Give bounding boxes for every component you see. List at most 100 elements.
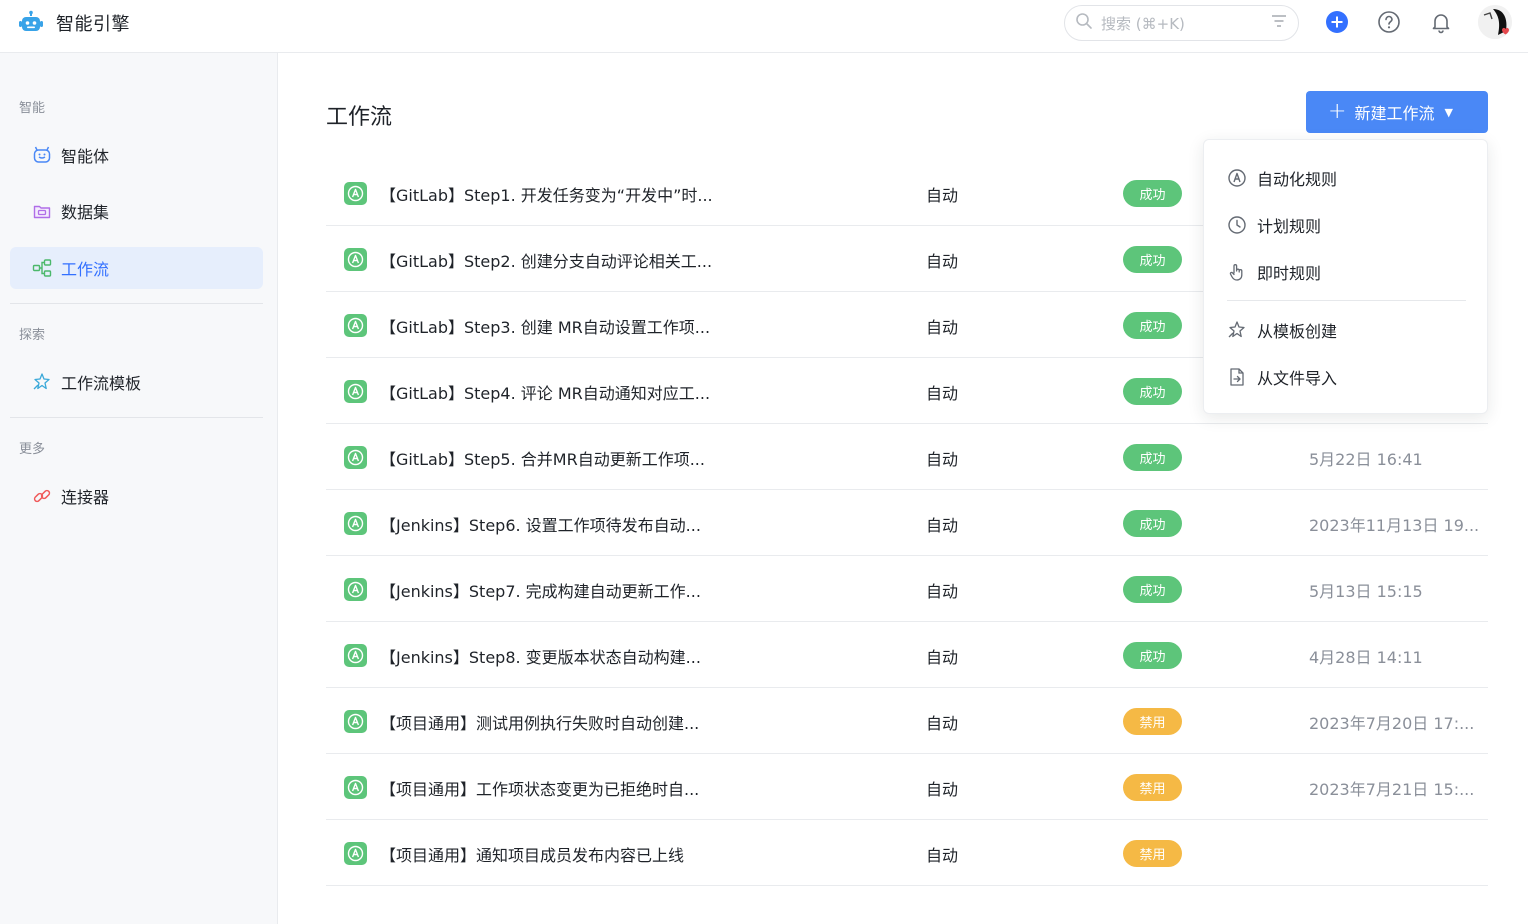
sidebar-item-label: 工作流模板 bbox=[61, 374, 142, 393]
automation-icon bbox=[344, 380, 367, 403]
table-row[interactable]: 【Jenkins】Step7. 完成构建自动更新工作... 自动 成功 5月13日 1… bbox=[326, 556, 1488, 622]
sidebar-item-connectors[interactable]: 连接器 bbox=[10, 475, 263, 517]
robot-icon bbox=[32, 145, 52, 165]
automation-icon bbox=[344, 182, 367, 205]
workflow-name[interactable]: 【GitLab】Step2. 创建分支自动评论相关工... bbox=[380, 248, 712, 272]
menu-item-label: 从文件导入 bbox=[1257, 369, 1338, 388]
new-workflow-button[interactable]: + 新建工作流 ▼ bbox=[1306, 91, 1488, 133]
menu-item-from-template[interactable]: 从模板创建 bbox=[1227, 318, 1337, 342]
workflow-trigger-type: 自动 bbox=[926, 252, 959, 271]
dataset-icon bbox=[32, 201, 52, 221]
workflow-trigger-type: 自动 bbox=[926, 846, 959, 865]
sidebar-item-agents[interactable]: 智能体 bbox=[10, 134, 263, 176]
status-badge: 成功 bbox=[1123, 312, 1182, 339]
top-bar: 智能引擎 搜索 (⌘+K) bbox=[0, 0, 1528, 53]
table-row[interactable]: 【项目通用】通知项目成员发布内容已上线 自动 禁用 bbox=[326, 820, 1488, 886]
file-import-icon bbox=[1227, 367, 1247, 387]
status-badge: 成功 bbox=[1123, 444, 1182, 471]
sidebar-divider bbox=[10, 417, 263, 418]
app-window: 智能引擎 搜索 (⌘+K) 智能 智能体 数据集 工作流 探索 工作流模板 更多… bbox=[0, 0, 1528, 924]
workflow-trigger-type: 自动 bbox=[926, 450, 959, 469]
search-input[interactable]: 搜索 (⌘+K) bbox=[1064, 5, 1299, 41]
automation-icon bbox=[344, 776, 367, 799]
workflow-icon bbox=[32, 258, 52, 278]
workflow-name[interactable]: 【GitLab】Step1. 开发任务变为“开发中”时... bbox=[380, 182, 713, 206]
menu-item-schedule-rule[interactable]: 计划规则 bbox=[1227, 213, 1321, 237]
menu-item-label: 即时规则 bbox=[1257, 264, 1322, 283]
last-run-time: 2023年11月13日 19... bbox=[1309, 516, 1480, 535]
template-icon bbox=[32, 372, 52, 392]
menu-item-label: 从模板创建 bbox=[1257, 322, 1338, 341]
automation-icon bbox=[344, 710, 367, 733]
workflow-trigger-type: 自动 bbox=[926, 714, 959, 733]
clock-icon bbox=[1227, 215, 1247, 235]
status-badge: 成功 bbox=[1123, 246, 1182, 273]
table-row[interactable]: 【Jenkins】Step6. 设置工作项待发布自动... 自动 成功 2023年11… bbox=[326, 490, 1488, 556]
menu-item-label: 自动化规则 bbox=[1257, 170, 1338, 189]
brand[interactable]: 智能引擎 bbox=[16, 9, 130, 37]
table-row[interactable]: 【项目通用】测试用例执行失败时自动创建... 自动 禁用 2023年7月20日 17:… bbox=[326, 688, 1488, 754]
caret-down-icon: ▼ bbox=[1444, 105, 1453, 119]
sidebar: 智能 智能体 数据集 工作流 探索 工作流模板 更多 连接器 bbox=[0, 53, 278, 924]
status-badge: 成功 bbox=[1123, 642, 1182, 669]
status-badge: 禁用 bbox=[1123, 840, 1182, 867]
menu-item-instant-rule[interactable]: 即时规则 bbox=[1227, 260, 1321, 284]
avatar[interactable] bbox=[1478, 5, 1512, 39]
workflow-name[interactable]: 【项目通用】工作项状态变更为已拒绝时自... bbox=[380, 776, 699, 800]
filter-icon[interactable] bbox=[1270, 12, 1288, 34]
workflow-name[interactable]: 【Jenkins】Step6. 设置工作项待发布自动... bbox=[380, 512, 701, 536]
workflow-name[interactable]: 【Jenkins】Step7. 完成构建自动更新工作... bbox=[380, 578, 701, 602]
app-title: 智能引擎 bbox=[56, 14, 130, 35]
sidebar-item-workflows[interactable]: 工作流 bbox=[10, 247, 263, 289]
automation-icon bbox=[344, 512, 367, 535]
plus-icon: + bbox=[1328, 99, 1347, 124]
workflow-name[interactable]: 【项目通用】通知项目成员发布内容已上线 bbox=[380, 842, 684, 866]
bell-icon[interactable] bbox=[1428, 9, 1454, 35]
status-badge: 成功 bbox=[1123, 576, 1182, 603]
table-row[interactable]: 【GitLab】Step5. 合并MR自动更新工作项... 自动 成功 5月22日 1… bbox=[326, 424, 1488, 490]
sidebar-item-label: 工作流 bbox=[61, 260, 110, 279]
workflow-trigger-type: 自动 bbox=[926, 384, 959, 403]
workflow-name[interactable]: 【GitLab】Step5. 合并MR自动更新工作项... bbox=[380, 446, 705, 470]
status-badge: 禁用 bbox=[1123, 774, 1182, 801]
status-badge: 成功 bbox=[1123, 378, 1182, 405]
last-run-time: 5月13日 15:15 bbox=[1309, 582, 1423, 601]
sidebar-item-label: 连接器 bbox=[61, 488, 110, 507]
menu-item-label: 计划规则 bbox=[1257, 217, 1322, 236]
robot-logo-icon bbox=[16, 8, 46, 38]
table-row[interactable]: 【Jenkins】Step8. 变更版本状态自动构建... 自动 成功 4月28日 1… bbox=[326, 622, 1488, 688]
workflow-trigger-type: 自动 bbox=[926, 516, 959, 535]
sidebar-divider bbox=[10, 303, 263, 304]
status-badge: 成功 bbox=[1123, 510, 1182, 537]
table-row[interactable]: 【项目通用】工作项状态变更为已拒绝时自... 自动 禁用 2023年7月21日 15:… bbox=[326, 754, 1488, 820]
sidebar-item-datasets[interactable]: 数据集 bbox=[10, 190, 263, 232]
sidebar-item-label: 智能体 bbox=[61, 147, 110, 166]
workflow-trigger-type: 自动 bbox=[926, 780, 959, 799]
menu-item-automation-rule[interactable]: 自动化规则 bbox=[1227, 166, 1337, 190]
workflow-trigger-type: 自动 bbox=[926, 186, 959, 205]
sidebar-item-workflow-templates[interactable]: 工作流模板 bbox=[10, 361, 263, 403]
workflow-name[interactable]: 【GitLab】Step4. 评论 MR自动通知对应工... bbox=[380, 380, 710, 404]
template-sparkle-icon bbox=[1227, 320, 1247, 340]
workflow-name[interactable]: 【Jenkins】Step8. 变更版本状态自动构建... bbox=[380, 644, 701, 668]
sidebar-section-label: 智能 bbox=[19, 101, 46, 116]
automation-icon bbox=[344, 314, 367, 337]
workflow-trigger-type: 自动 bbox=[926, 648, 959, 667]
status-badge: 成功 bbox=[1123, 180, 1182, 207]
automation-icon bbox=[344, 248, 367, 271]
auto-rule-icon bbox=[1227, 168, 1247, 188]
sidebar-item-label: 数据集 bbox=[61, 203, 110, 222]
last-run-time: 2023年7月21日 15:... bbox=[1309, 780, 1475, 799]
last-run-time: 4月28日 14:11 bbox=[1309, 648, 1423, 667]
workflow-name[interactable]: 【项目通用】测试用例执行失败时自动创建... bbox=[380, 710, 699, 734]
workflow-name[interactable]: 【GitLab】Step3. 创建 MR自动设置工作项... bbox=[380, 314, 710, 338]
new-workflow-label: 新建工作流 bbox=[1354, 104, 1435, 123]
add-icon[interactable] bbox=[1324, 9, 1350, 35]
sidebar-section-label: 探索 bbox=[19, 328, 46, 343]
automation-icon bbox=[344, 578, 367, 601]
help-icon[interactable] bbox=[1376, 9, 1402, 35]
menu-item-import-file[interactable]: 从文件导入 bbox=[1227, 365, 1337, 389]
connector-icon bbox=[32, 486, 52, 506]
menu-divider bbox=[1227, 300, 1466, 301]
automation-icon bbox=[344, 446, 367, 469]
